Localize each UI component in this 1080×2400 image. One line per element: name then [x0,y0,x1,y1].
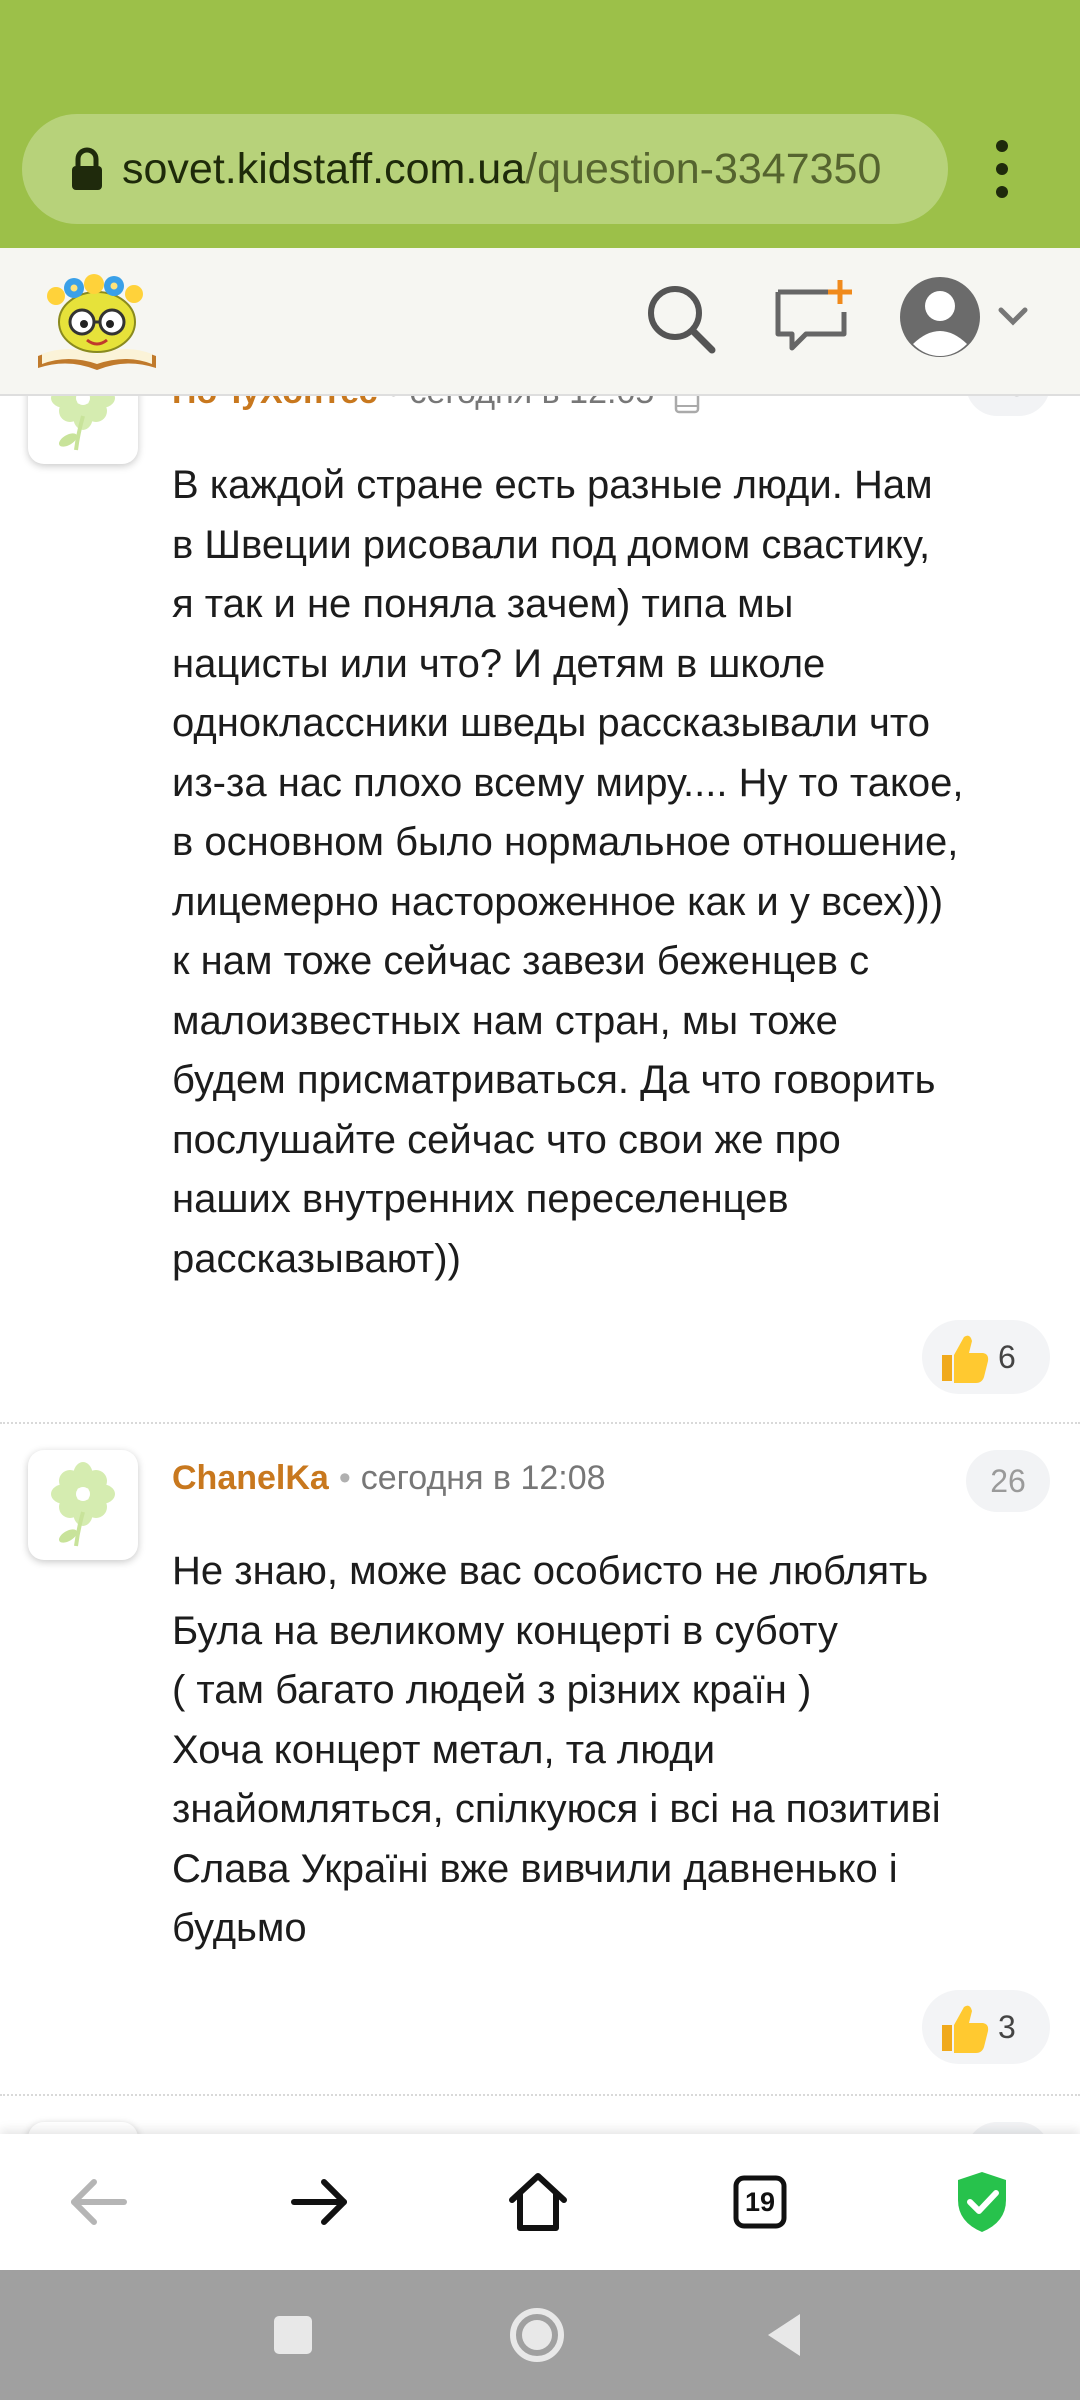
new-question-icon[interactable] [770,278,860,358]
comment-number[interactable]: 26 [966,1450,1050,1512]
meta-separator: • [388,394,400,411]
flower-avatar-icon [51,1462,115,1547]
browser-bottom-nav: 19 [0,2134,1080,2270]
address-bar[interactable]: sovet.kidstaff.com.ua/question-3347350 [22,114,948,224]
back-arrow-icon[interactable] [58,2162,138,2242]
avatar[interactable] [28,394,138,464]
avatar[interactable] [28,1450,138,1560]
comment-number-next[interactable] [966,2122,1050,2134]
avatar[interactable] [28,2122,138,2134]
browser-toolbar: sovet.kidstaff.com.ua/question-3347350 [0,0,1080,248]
screen: sovet.kidstaff.com.ua/question-3347350 В… [0,0,1080,2400]
user-avatar-icon [900,277,1028,357]
url-path: /question-3347350 [525,145,882,193]
system-navigation-bar [0,2270,1080,2400]
comment-text: В каждой стране есть разные люди. Нам в … [172,463,964,1281]
flower-avatar-icon [51,394,115,451]
comment-divider [0,2094,1080,2096]
like-count: 6 [998,1339,1016,1375]
shield-icon[interactable] [942,2162,1022,2242]
like-button[interactable]: 6 [922,1320,1050,1394]
home-circle-icon[interactable] [502,2300,572,2370]
url-text: sovet.kidstaff.com.ua/question-3347350 [122,142,881,196]
comment-time: сегодня в 12:05 [409,394,654,411]
forward-arrow-icon[interactable] [280,2162,360,2242]
search-icon[interactable] [640,278,720,358]
system-back-icon[interactable] [750,2300,820,2370]
home-icon[interactable] [498,2162,578,2242]
mobile-device-icon [674,394,699,414]
thumbs-up-icon [942,2005,989,2053]
comment-meta: ПоЧуХонтес • сегодня в 12:05 [172,394,702,414]
comment-time: сегодня в 12:08 [360,1459,606,1497]
thumbs-up-icon [942,1335,989,1383]
comments-list: ПоЧуХонтес • сегодня в 12:05 25 В каждой с… [0,394,1080,2134]
tabs-button[interactable]: 19 [720,2162,800,2242]
comment-number[interactable]: 25 [966,394,1050,416]
meta-separator: • [338,1459,351,1497]
comment-divider [0,1422,1080,1424]
flower-avatar-icon [28,2122,138,2134]
kidstaff-logo[interactable] [32,264,162,376]
tabs-count: 19 [744,2187,776,2217]
site-header [0,248,1080,396]
url-domain: sovet.kidstaff.com.ua [122,145,526,193]
user-menu[interactable] [895,272,1035,362]
comment-text: Не знаю, може вас особисто не люблять Бу… [172,1549,941,1950]
comment-meta: ChanelKa • сегодня в 12:08 [172,1456,606,1500]
comment-author[interactable]: ChanelKa [172,1459,329,1497]
like-button[interactable]: 3 [922,1990,1050,2064]
comment-author[interactable]: ПоЧуХонтес [172,394,378,411]
lock-icon [72,147,102,190]
more-menu-icon[interactable] [982,134,1022,204]
recent-apps-icon[interactable] [258,2300,328,2370]
like-count: 3 [998,2009,1016,2045]
